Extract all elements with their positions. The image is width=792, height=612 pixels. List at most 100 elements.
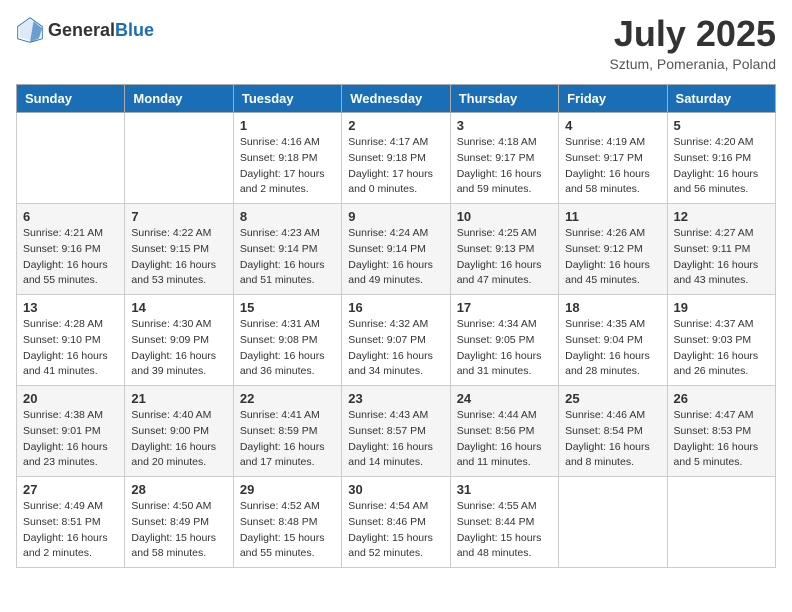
day-number: 15 bbox=[240, 300, 335, 315]
day-info: Sunrise: 4:24 AMSunset: 9:14 PMDaylight:… bbox=[348, 226, 443, 289]
day-number: 27 bbox=[23, 482, 118, 497]
day-number: 2 bbox=[348, 118, 443, 133]
calendar-cell: 19Sunrise: 4:37 AMSunset: 9:03 PMDayligh… bbox=[667, 295, 775, 386]
calendar-cell: 6 Sunrise: 4:21 AMSunset: 9:16 PMDaylight… bbox=[17, 204, 125, 295]
calendar-cell: 17 Sunrise: 4:34 AMSunset: 9:05 PMDayligh… bbox=[450, 295, 558, 386]
calendar-cell: 14 Sunrise: 4:30 AMSunset: 9:09 PMDayligh… bbox=[125, 295, 233, 386]
day-info: Sunrise: 4:50 AMSunset: 8:49 PMDaylight:… bbox=[131, 499, 226, 562]
day-number: 29 bbox=[240, 482, 335, 497]
calendar-cell: 3 Sunrise: 4:18 AMSunset: 9:17 PMDaylight… bbox=[450, 113, 558, 204]
day-info: Sunrise: 4:25 AMSunset: 9:13 PMDaylight:… bbox=[457, 226, 552, 289]
calendar-cell: 1Sunrise: 4:16 AMSunset: 9:18 PMDaylight… bbox=[233, 113, 341, 204]
calendar-week-row: 1Sunrise: 4:16 AMSunset: 9:18 PMDaylight… bbox=[17, 113, 776, 204]
day-number: 6 bbox=[23, 209, 118, 224]
day-info: Sunrise: 4:38 AMSunset: 9:01 PMDaylight:… bbox=[23, 408, 118, 471]
day-info: Sunrise: 4:32 AMSunset: 9:07 PMDaylight:… bbox=[348, 317, 443, 380]
day-info: Sunrise: 4:30 AMSunset: 9:09 PMDaylight:… bbox=[131, 317, 226, 380]
day-info: Sunrise: 4:34 AMSunset: 9:05 PMDaylight:… bbox=[457, 317, 552, 380]
calendar-cell: 21 Sunrise: 4:40 AMSunset: 9:00 PMDayligh… bbox=[125, 386, 233, 477]
calendar-cell: 16 Sunrise: 4:32 AMSunset: 9:07 PMDayligh… bbox=[342, 295, 450, 386]
day-info: Sunrise: 4:23 AMSunset: 9:14 PMDaylight:… bbox=[240, 226, 335, 289]
weekday-header-thursday: Thursday bbox=[450, 85, 558, 113]
calendar-cell: 4 Sunrise: 4:19 AMSunset: 9:17 PMDaylight… bbox=[559, 113, 667, 204]
day-number: 10 bbox=[457, 209, 552, 224]
calendar-cell: 9 Sunrise: 4:24 AMSunset: 9:14 PMDaylight… bbox=[342, 204, 450, 295]
day-info: Sunrise: 4:52 AMSunset: 8:48 PMDaylight:… bbox=[240, 499, 335, 562]
day-number: 16 bbox=[348, 300, 443, 315]
day-number: 13 bbox=[23, 300, 118, 315]
logo-text: GeneralBlue bbox=[48, 20, 154, 41]
day-number: 11 bbox=[565, 209, 660, 224]
calendar-cell bbox=[125, 113, 233, 204]
calendar-cell: 20 Sunrise: 4:38 AMSunset: 9:01 PMDayligh… bbox=[17, 386, 125, 477]
day-number: 17 bbox=[457, 300, 552, 315]
weekday-header-row: SundayMondayTuesdayWednesdayThursdayFrid… bbox=[17, 85, 776, 113]
day-info: Sunrise: 4:28 AMSunset: 9:10 PMDaylight:… bbox=[23, 317, 118, 380]
day-number: 4 bbox=[565, 118, 660, 133]
calendar-week-row: 6 Sunrise: 4:21 AMSunset: 9:16 PMDaylight… bbox=[17, 204, 776, 295]
day-number: 30 bbox=[348, 482, 443, 497]
day-info: Sunrise: 4:20 AMSunset: 9:16 PMDaylight:… bbox=[674, 135, 769, 198]
day-info: Sunrise: 4:55 AMSunset: 8:44 PMDaylight:… bbox=[457, 499, 552, 562]
calendar-cell: 13 Sunrise: 4:28 AMSunset: 9:10 PMDayligh… bbox=[17, 295, 125, 386]
calendar-cell: 31 Sunrise: 4:55 AMSunset: 8:44 PMDayligh… bbox=[450, 477, 558, 568]
calendar-cell: 8 Sunrise: 4:23 AMSunset: 9:14 PMDaylight… bbox=[233, 204, 341, 295]
weekday-header-saturday: Saturday bbox=[667, 85, 775, 113]
weekday-header-wednesday: Wednesday bbox=[342, 85, 450, 113]
calendar-cell: 11 Sunrise: 4:26 AMSunset: 9:12 PMDayligh… bbox=[559, 204, 667, 295]
logo-icon bbox=[16, 16, 44, 44]
calendar-cell: 27 Sunrise: 4:49 AMSunset: 8:51 PMDayligh… bbox=[17, 477, 125, 568]
day-info: Sunrise: 4:44 AMSunset: 8:56 PMDaylight:… bbox=[457, 408, 552, 471]
day-number: 7 bbox=[131, 209, 226, 224]
day-number: 1 bbox=[240, 118, 335, 133]
day-info: Sunrise: 4:27 AMSunset: 9:11 PMDaylight:… bbox=[674, 226, 769, 289]
calendar-cell: 2Sunrise: 4:17 AMSunset: 9:18 PMDaylight… bbox=[342, 113, 450, 204]
day-info: Sunrise: 4:18 AMSunset: 9:17 PMDaylight:… bbox=[457, 135, 552, 198]
day-number: 18 bbox=[565, 300, 660, 315]
calendar-cell bbox=[559, 477, 667, 568]
calendar-cell: 25 Sunrise: 4:46 AMSunset: 8:54 PMDayligh… bbox=[559, 386, 667, 477]
day-info: Sunrise: 4:22 AMSunset: 9:15 PMDaylight:… bbox=[131, 226, 226, 289]
day-info: Sunrise: 4:21 AMSunset: 9:16 PMDaylight:… bbox=[23, 226, 118, 289]
day-number: 8 bbox=[240, 209, 335, 224]
calendar-table: SundayMondayTuesdayWednesdayThursdayFrid… bbox=[16, 84, 776, 568]
calendar-cell: 29 Sunrise: 4:52 AMSunset: 8:48 PMDayligh… bbox=[233, 477, 341, 568]
day-number: 20 bbox=[23, 391, 118, 406]
calendar-cell: 30 Sunrise: 4:54 AMSunset: 8:46 PMDayligh… bbox=[342, 477, 450, 568]
day-info: Sunrise: 4:43 AMSunset: 8:57 PMDaylight:… bbox=[348, 408, 443, 471]
page-header: GeneralBlue July 2025 Sztum, Pomerania, … bbox=[16, 16, 776, 72]
calendar-cell: 5 Sunrise: 4:20 AMSunset: 9:16 PMDaylight… bbox=[667, 113, 775, 204]
day-number: 3 bbox=[457, 118, 552, 133]
calendar-week-row: 20 Sunrise: 4:38 AMSunset: 9:01 PMDayligh… bbox=[17, 386, 776, 477]
calendar-cell: 22Sunrise: 4:41 AMSunset: 8:59 PMDayligh… bbox=[233, 386, 341, 477]
logo: GeneralBlue bbox=[16, 16, 154, 44]
weekday-header-tuesday: Tuesday bbox=[233, 85, 341, 113]
calendar-cell: 7 Sunrise: 4:22 AMSunset: 9:15 PMDaylight… bbox=[125, 204, 233, 295]
day-info: Sunrise: 4:31 AMSunset: 9:08 PMDaylight:… bbox=[240, 317, 335, 380]
calendar-cell: 24Sunrise: 4:44 AMSunset: 8:56 PMDayligh… bbox=[450, 386, 558, 477]
day-number: 31 bbox=[457, 482, 552, 497]
day-info: Sunrise: 4:46 AMSunset: 8:54 PMDaylight:… bbox=[565, 408, 660, 471]
day-info: Sunrise: 4:54 AMSunset: 8:46 PMDaylight:… bbox=[348, 499, 443, 562]
calendar-cell: 18 Sunrise: 4:35 AMSunset: 9:04 PMDayligh… bbox=[559, 295, 667, 386]
day-number: 23 bbox=[348, 391, 443, 406]
day-number: 21 bbox=[131, 391, 226, 406]
calendar-week-row: 27 Sunrise: 4:49 AMSunset: 8:51 PMDayligh… bbox=[17, 477, 776, 568]
day-info: Sunrise: 4:47 AMSunset: 8:53 PMDaylight:… bbox=[674, 408, 769, 471]
day-number: 14 bbox=[131, 300, 226, 315]
calendar-cell: 12 Sunrise: 4:27 AMSunset: 9:11 PMDayligh… bbox=[667, 204, 775, 295]
weekday-header-friday: Friday bbox=[559, 85, 667, 113]
day-number: 28 bbox=[131, 482, 226, 497]
calendar-cell: 28 Sunrise: 4:50 AMSunset: 8:49 PMDayligh… bbox=[125, 477, 233, 568]
day-number: 26 bbox=[674, 391, 769, 406]
day-info: Sunrise: 4:26 AMSunset: 9:12 PMDaylight:… bbox=[565, 226, 660, 289]
day-info: Sunrise: 4:40 AMSunset: 9:00 PMDaylight:… bbox=[131, 408, 226, 471]
day-info: Sunrise: 4:35 AMSunset: 9:04 PMDaylight:… bbox=[565, 317, 660, 380]
day-info: Sunrise: 4:37 AMSunset: 9:03 PMDaylight:… bbox=[674, 317, 769, 380]
day-number: 25 bbox=[565, 391, 660, 406]
day-info: Sunrise: 4:49 AMSunset: 8:51 PMDaylight:… bbox=[23, 499, 118, 562]
day-info: Sunrise: 4:19 AMSunset: 9:17 PMDaylight:… bbox=[565, 135, 660, 198]
day-number: 12 bbox=[674, 209, 769, 224]
day-number: 9 bbox=[348, 209, 443, 224]
day-number: 5 bbox=[674, 118, 769, 133]
